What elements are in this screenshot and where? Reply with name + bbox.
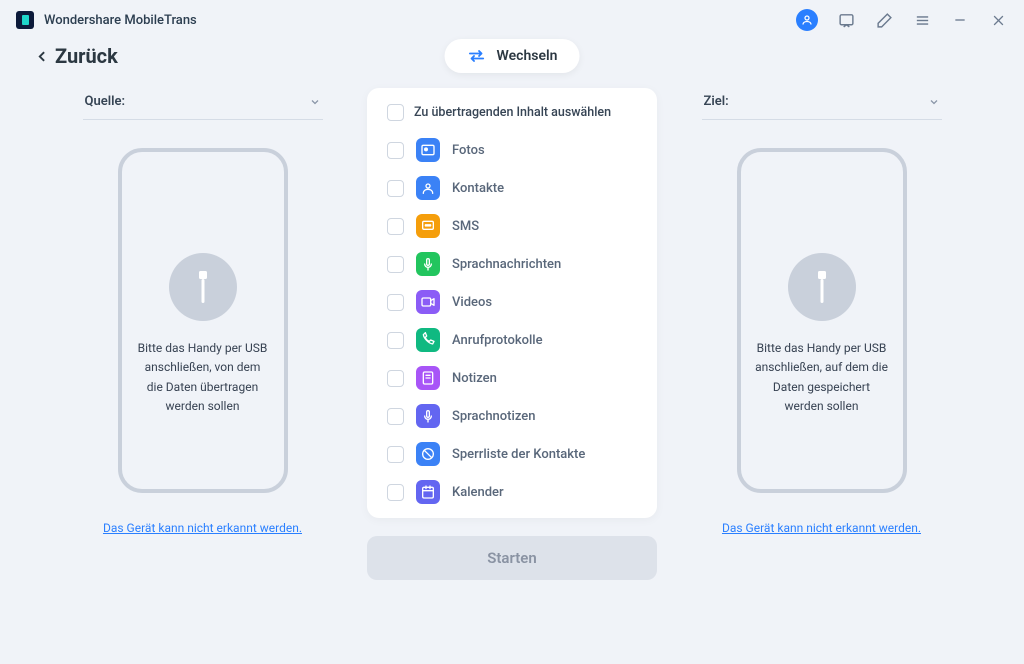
item-icon — [416, 176, 440, 200]
chevron-left-icon — [36, 50, 49, 63]
item-label: Sprachnachrichten — [452, 257, 561, 272]
select-all-checkbox[interactable] — [387, 104, 404, 121]
content-selection-panel: Zu übertragenden Inhalt auswählen Fotos K… — [367, 88, 657, 518]
item-icon — [416, 404, 440, 428]
chevron-down-icon — [309, 96, 321, 108]
content-item[interactable]: Sprachnachrichten — [387, 245, 641, 283]
content-item[interactable]: Sperrliste der Kontakte — [387, 435, 641, 473]
item-label: Fotos — [452, 143, 485, 158]
app-title: Wondershare MobileTrans — [44, 13, 197, 28]
item-label: Anrufprotokolle — [452, 333, 543, 348]
usb-icon — [169, 253, 237, 321]
item-label: SMS — [452, 219, 479, 234]
item-checkbox[interactable] — [387, 446, 404, 463]
swap-label: Wechseln — [497, 48, 558, 64]
item-checkbox[interactable] — [387, 332, 404, 349]
content-item[interactable]: SMS — [387, 207, 641, 245]
content-item[interactable]: Fotos — [387, 131, 641, 169]
close-icon[interactable] — [988, 10, 1008, 30]
item-icon — [416, 480, 440, 504]
source-device-dropdown[interactable]: Quelle: — [83, 88, 323, 120]
item-checkbox[interactable] — [387, 142, 404, 159]
start-button[interactable]: Starten — [367, 536, 657, 580]
item-icon — [416, 252, 440, 276]
source-phone-placeholder: Bitte das Handy per USB anschließen, von… — [118, 148, 288, 493]
item-checkbox[interactable] — [387, 256, 404, 273]
item-checkbox[interactable] — [387, 484, 404, 501]
item-checkbox[interactable] — [387, 370, 404, 387]
item-label: Videos — [452, 295, 492, 310]
content-item[interactable]: Kalender — [387, 473, 641, 510]
edit-icon[interactable] — [874, 10, 894, 30]
user-icon[interactable] — [796, 9, 818, 31]
item-icon — [416, 442, 440, 466]
usb-icon — [788, 253, 856, 321]
content-item[interactable]: Notizen — [387, 359, 641, 397]
content-item[interactable]: Videos — [387, 283, 641, 321]
item-icon — [416, 138, 440, 162]
target-phone-message: Bitte das Handy per USB anschließen, auf… — [755, 339, 889, 416]
item-checkbox[interactable] — [387, 294, 404, 311]
item-label: Kontakte — [452, 181, 504, 196]
app-logo — [16, 11, 34, 29]
menu-icon[interactable] — [912, 10, 932, 30]
item-icon — [416, 328, 440, 352]
item-icon — [416, 290, 440, 314]
source-detect-link[interactable]: Das Gerät kann nicht erkannt werden. — [103, 521, 302, 535]
item-label: Kalender — [452, 485, 504, 500]
content-item[interactable]: Kontakte — [387, 169, 641, 207]
minimize-icon[interactable] — [950, 10, 970, 30]
swap-button[interactable]: Wechseln — [445, 39, 580, 73]
item-checkbox[interactable] — [387, 218, 404, 235]
item-icon — [416, 366, 440, 390]
content-item[interactable]: Anrufprotokolle — [387, 321, 641, 359]
target-device-dropdown[interactable]: Ziel: — [702, 88, 942, 120]
item-icon — [416, 214, 440, 238]
content-item[interactable]: Sprachnotizen — [387, 397, 641, 435]
source-label: Quelle: — [85, 94, 126, 109]
target-detect-link[interactable]: Das Gerät kann nicht erkannt werden. — [722, 521, 921, 535]
select-all-label: Zu übertragenden Inhalt auswählen — [414, 105, 611, 120]
item-checkbox[interactable] — [387, 180, 404, 197]
target-label: Ziel: — [704, 94, 729, 109]
back-button[interactable]: Zurück — [36, 44, 118, 68]
item-label: Notizen — [452, 371, 497, 386]
chevron-down-icon — [928, 96, 940, 108]
source-phone-message: Bitte das Handy per USB anschließen, von… — [136, 339, 270, 416]
back-label: Zurück — [55, 44, 118, 68]
swap-icon — [467, 48, 487, 64]
target-phone-placeholder: Bitte das Handy per USB anschließen, auf… — [737, 148, 907, 493]
item-label: Sperrliste der Kontakte — [452, 447, 585, 462]
item-checkbox[interactable] — [387, 408, 404, 425]
item-label: Sprachnotizen — [452, 409, 535, 424]
feedback-icon[interactable] — [836, 10, 856, 30]
